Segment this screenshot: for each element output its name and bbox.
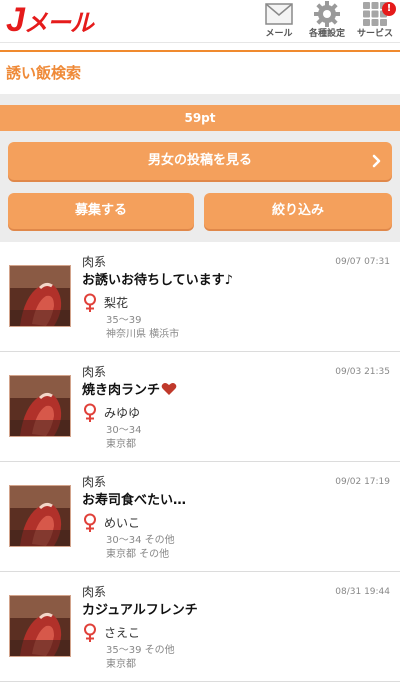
meat-photo <box>9 375 71 437</box>
post-category: 肉系 <box>82 365 107 379</box>
nav-settings-label: 各種設定 <box>308 29 345 39</box>
nav-services-label: サービス <box>356 29 393 39</box>
post-list: 肉系 09/07 07:31 お誘いお待ちしています♪ 梨花 35～39 神奈川… <box>0 242 400 682</box>
female-icon <box>82 513 98 533</box>
post-title: 焼き肉ランチ <box>82 382 177 402</box>
jmail-logo[interactable]: Jメール <box>6 1 94 40</box>
app-header: Jメール メール 各種設定 ! サービス <box>0 0 400 43</box>
post-area: 東京都 <box>106 659 136 670</box>
post-area: 東京都 <box>106 439 136 450</box>
post-username: めいこ <box>104 516 141 530</box>
post-item[interactable]: 肉系 08/31 19:44 カジュアルフレンチ さえこ 35～39 その他 東… <box>0 572 400 682</box>
post-title-text: お誘いお待ちしています♪ <box>82 273 233 288</box>
chevron-right-icon <box>372 142 382 180</box>
post-title-text: 焼き肉ランチ <box>82 383 161 398</box>
post-title-text: お寿司食べたい… <box>82 493 187 508</box>
meat-photo <box>9 265 71 327</box>
post-username: さえこ <box>104 626 141 640</box>
post-category: 肉系 <box>82 585 107 599</box>
header-divider <box>0 50 400 52</box>
post-datetime: 08/31 19:44 <box>335 587 390 597</box>
recruit-label: 募集する <box>74 203 127 218</box>
view-posts-label: 男女の投稿を見る <box>147 153 252 168</box>
post-age: 35～39 <box>106 315 142 326</box>
view-posts-button[interactable]: 男女の投稿を見る <box>8 142 392 180</box>
post-datetime: 09/07 07:31 <box>335 257 390 267</box>
nav-settings[interactable]: 各種設定 <box>308 0 346 42</box>
heart-icon <box>161 382 177 402</box>
post-item[interactable]: 肉系 09/07 07:31 お誘いお待ちしています♪ 梨花 35～39 神奈川… <box>0 242 400 352</box>
filter-button[interactable]: 絞り込み <box>204 193 392 229</box>
points-display: 59pt <box>0 105 400 131</box>
post-username: 梨花 <box>104 296 129 310</box>
post-datetime: 09/03 21:35 <box>335 367 390 377</box>
post-area: 神奈川県 横浜市 <box>106 329 180 340</box>
nav-mail[interactable]: メール <box>260 0 298 42</box>
post-title: お誘いお待ちしています♪ <box>82 272 233 290</box>
post-item[interactable]: 肉系 09/02 17:19 お寿司食べたい… めいこ 30～34 その他 東京… <box>0 462 400 572</box>
female-icon <box>82 623 98 643</box>
post-category: 肉系 <box>82 475 107 489</box>
post-item[interactable]: 肉系 09/03 21:35 焼き肉ランチ みゆゆ 30～34 東京都 <box>0 352 400 462</box>
female-icon <box>82 403 98 423</box>
meat-photo <box>9 595 71 657</box>
post-age: 30～34 <box>106 425 142 436</box>
logo-j: J <box>6 1 25 39</box>
page-title: 誘い飯検索 <box>6 64 82 82</box>
notification-badge: ! <box>382 2 396 16</box>
mail-icon <box>263 0 295 28</box>
post-area: 東京都 その他 <box>106 549 170 560</box>
nav-services[interactable]: ! サービス <box>356 0 396 42</box>
meat-photo <box>9 485 71 547</box>
female-icon <box>82 293 98 313</box>
filter-label: 絞り込み <box>271 203 324 218</box>
gear-icon <box>311 0 343 28</box>
post-age: 35～39 その他 <box>106 645 175 656</box>
nav-mail-label: メール <box>265 29 293 39</box>
post-category: 肉系 <box>82 255 107 269</box>
post-title: カジュアルフレンチ <box>82 602 198 620</box>
post-title-text: カジュアルフレンチ <box>82 603 198 618</box>
post-username: みゆゆ <box>104 406 141 420</box>
recruit-button[interactable]: 募集する <box>8 193 194 229</box>
post-title: お寿司食べたい… <box>82 492 186 510</box>
post-datetime: 09/02 17:19 <box>335 477 390 487</box>
header-nav: メール 各種設定 ! サービス <box>260 0 396 42</box>
logo-rest: メール <box>23 10 94 37</box>
post-age: 30～34 その他 <box>106 535 175 546</box>
